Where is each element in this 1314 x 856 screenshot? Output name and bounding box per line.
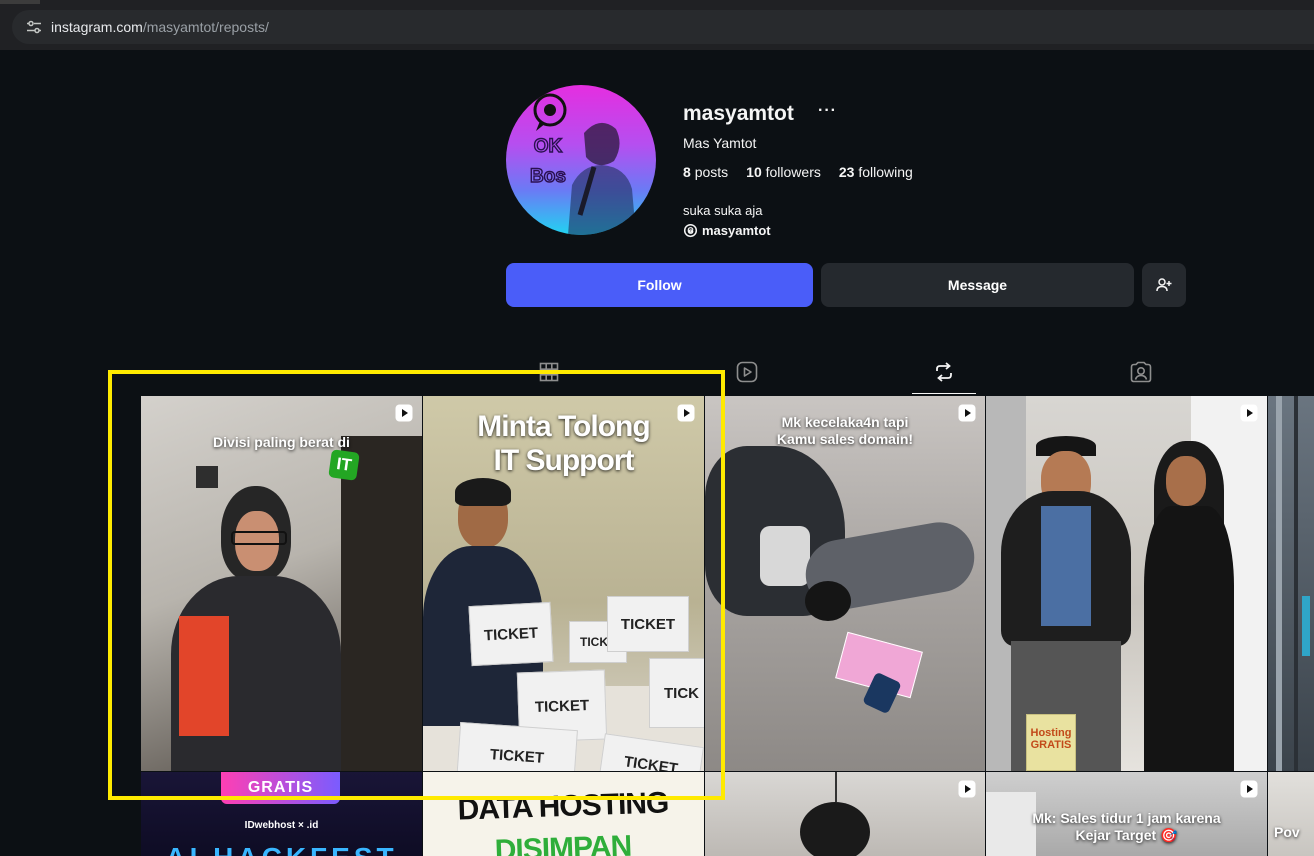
profile-stats: 8 posts 10 followers 23 following bbox=[683, 164, 913, 180]
url-field[interactable]: instagram.com/masyamtot/reposts/ bbox=[12, 10, 1314, 44]
grid-post[interactable]: Pov bbox=[1268, 772, 1314, 856]
follow-button[interactable]: Follow bbox=[506, 263, 813, 307]
ticket-card: TICKET bbox=[607, 596, 689, 652]
reel-indicator-icon bbox=[1240, 780, 1258, 798]
grid-post[interactable]: GRATIS IDwebhost × .id AI HACKFEST bbox=[141, 772, 422, 856]
repost-icon bbox=[936, 361, 952, 382]
ticket-card: TICK bbox=[649, 658, 704, 728]
grid-post[interactable]: Divisi paling berat di IT bbox=[141, 396, 422, 771]
tab-reposts[interactable] bbox=[912, 350, 976, 394]
post-caption-line2: Kamu sales domain! bbox=[776, 431, 914, 447]
threads-icon bbox=[683, 223, 698, 238]
tune-icon[interactable] bbox=[26, 19, 42, 35]
message-button[interactable]: Message bbox=[821, 263, 1134, 307]
post-caption-line2: IT Support bbox=[493, 444, 635, 477]
brand-line: IDwebhost × .id bbox=[244, 820, 319, 831]
tagged-icon bbox=[1130, 361, 1152, 383]
grid-post[interactable]: DATA HOSTING DISIMPAN bbox=[423, 772, 704, 856]
post-caption-line2: DISIMPAN bbox=[494, 829, 632, 856]
browser-address-bar: instagram.com/masyamtot/reposts/ bbox=[0, 4, 1314, 50]
profile-full-name: Mas Yamtot bbox=[683, 135, 757, 151]
ticket-card: TICKET bbox=[456, 721, 578, 771]
post-caption: Divisi paling berat di bbox=[213, 434, 350, 450]
threads-link[interactable]: masyamtot bbox=[683, 223, 771, 238]
url-text: instagram.com/masyamtot/reposts/ bbox=[51, 19, 269, 35]
url-host: instagram.com bbox=[51, 19, 143, 35]
grid-post[interactable] bbox=[1268, 396, 1314, 771]
tab-reels[interactable] bbox=[715, 350, 779, 394]
gratis-banner: GRATIS bbox=[221, 772, 340, 804]
reel-indicator-icon bbox=[1240, 404, 1258, 422]
profile-avatar[interactable]: OK Bos bbox=[506, 85, 656, 235]
reel-indicator-icon bbox=[958, 780, 976, 798]
url-path: /masyamtot/reposts/ bbox=[142, 19, 269, 35]
grid-post[interactable]: Mk kecelaka4n tapi Kamu sales domain! bbox=[705, 396, 985, 771]
followers-stat[interactable]: 10 followers bbox=[746, 164, 821, 180]
tab-tagged[interactable] bbox=[1109, 350, 1173, 394]
post-caption: Mk: Sales tidur 1 jam karena Kejar Targe… bbox=[986, 810, 1267, 844]
post-badge: IT bbox=[328, 449, 360, 481]
post-caption-line2: Kejar Target 🎯 bbox=[1075, 827, 1178, 843]
grid-post[interactable]: TICKET TICKE TICKET TICKET TICK TICKET T… bbox=[423, 396, 704, 771]
avatar-text-ok: OK bbox=[534, 136, 563, 157]
post-caption: Mk kecelaka4n tapi Kamu sales domain! bbox=[705, 414, 985, 448]
hackfest-title: AI HACKFEST bbox=[141, 842, 422, 856]
grid-post[interactable] bbox=[705, 772, 985, 856]
suggested-users-button[interactable] bbox=[1142, 263, 1186, 307]
following-stat[interactable]: 23 following bbox=[839, 164, 913, 180]
instagram-page: OK Bos masyamtot ··· Mas Yamtot 8 posts … bbox=[0, 50, 1314, 856]
threads-handle: masyamtot bbox=[702, 223, 771, 238]
reel-indicator-icon bbox=[958, 404, 976, 422]
hosting-flyer: Hosting GRATIS bbox=[1026, 714, 1076, 771]
avatar-illustration: OK Bos bbox=[529, 93, 636, 235]
more-options-icon[interactable]: ··· bbox=[818, 102, 837, 120]
post-caption: Minta Tolong IT Support bbox=[423, 410, 704, 478]
post-caption: Pov bbox=[1274, 824, 1300, 840]
grid-post[interactable]: Mk: Sales tidur 1 jam karena Kejar Targe… bbox=[986, 772, 1267, 856]
grid-post[interactable]: Hosting GRATIS bbox=[986, 396, 1267, 771]
post-caption-line1: Minta Tolong bbox=[477, 410, 650, 443]
post-caption-line1: Mk kecelaka4n tapi bbox=[781, 414, 909, 430]
add-user-icon bbox=[1156, 278, 1172, 292]
tab-posts[interactable] bbox=[517, 350, 581, 394]
ticket-card: TICKET bbox=[468, 601, 554, 667]
reels-icon bbox=[736, 361, 758, 383]
profile-bio: suka suka aja bbox=[683, 203, 763, 218]
post-caption-line1: DATA HOSTING bbox=[457, 786, 669, 827]
reel-indicator-icon bbox=[395, 404, 413, 422]
posts-stat[interactable]: 8 posts bbox=[683, 164, 728, 180]
profile-username: masyamtot bbox=[683, 102, 794, 125]
grid-icon bbox=[539, 362, 559, 382]
reel-indicator-icon bbox=[677, 404, 695, 422]
avatar-text-bos: Bos bbox=[530, 166, 566, 187]
post-caption-line1: Mk: Sales tidur 1 jam karena bbox=[1032, 810, 1221, 826]
